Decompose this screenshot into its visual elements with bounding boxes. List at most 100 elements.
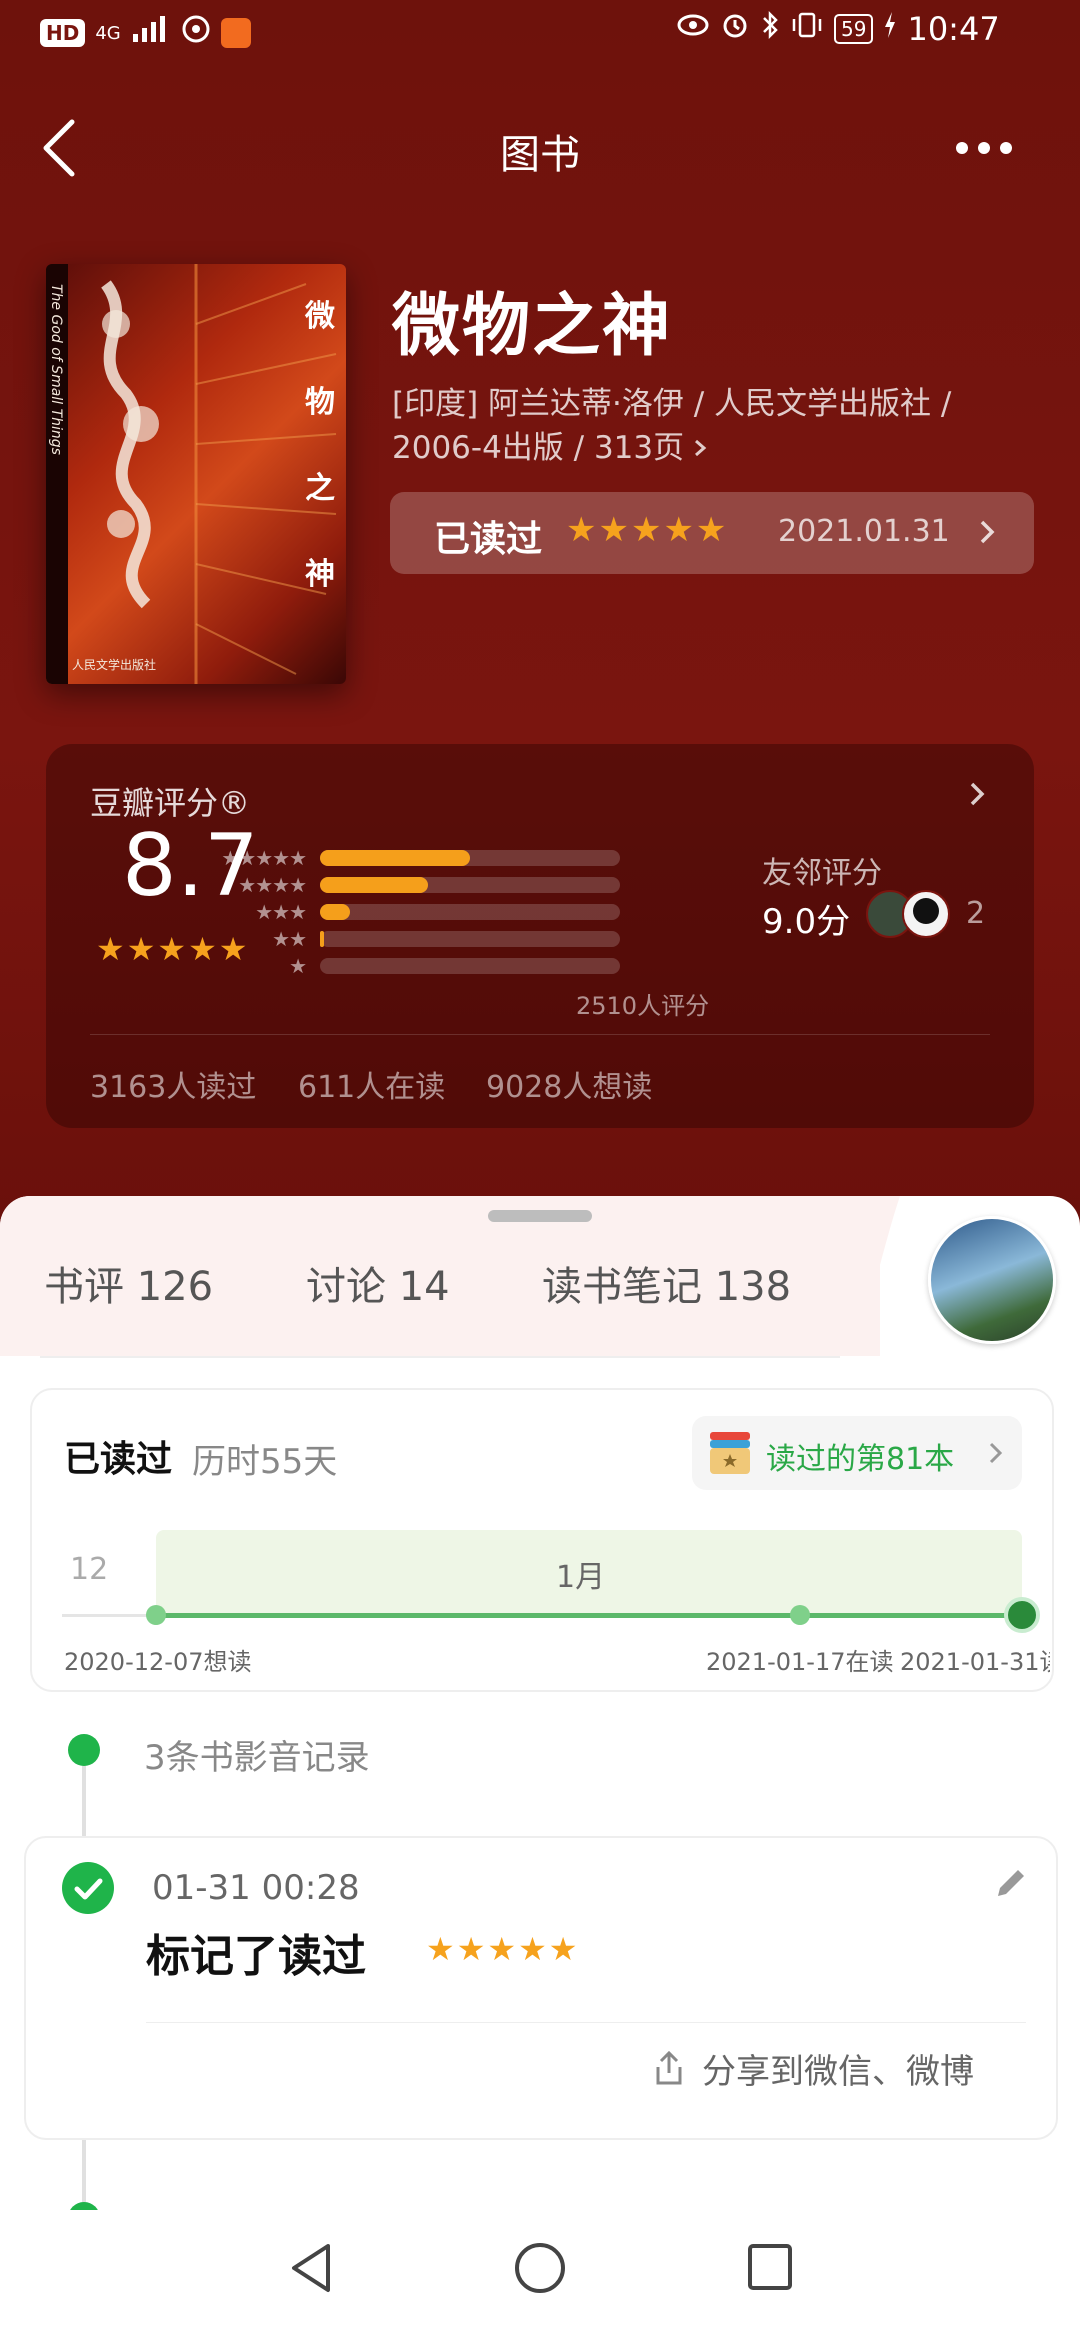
read-progress-card: 已读过 历时55天 读过的第81本 12 1月 2020-12-07想读 202…: [30, 1388, 1054, 1692]
edit-pencil-icon[interactable]: [988, 1862, 1032, 1906]
read-status-pill[interactable]: 已读过 ★★★★★ 2021.01.31: [390, 492, 1034, 574]
network-type: 4G: [95, 22, 121, 44]
timeline-progress-line: [156, 1613, 1022, 1618]
timeline-month-main: 1月: [556, 1560, 606, 1595]
progress-status: 已读过: [64, 1439, 173, 1480]
signal-icon: [131, 14, 171, 52]
chevron-right-icon: [980, 520, 995, 544]
book-meta-line2: 2006-4出版 / 313页: [392, 430, 685, 466]
records-timeline-dot: [68, 1734, 100, 1766]
rating-bar-track: [320, 876, 620, 893]
records-summary[interactable]: 3条书影音记录: [144, 1730, 370, 1779]
progress-duration: 历时55天: [192, 1442, 338, 1482]
app-icon-weibo: [181, 14, 211, 52]
friend-count: 2: [966, 896, 986, 931]
book-meta[interactable]: [印度] 阿兰达蒂·洛伊 / 人民文学出版社 / 2006-4出版 / 313页: [392, 382, 1032, 470]
rating-bar-track: [320, 849, 620, 866]
book-cover[interactable]: The God of Small Things 微 物 之 神 人民文学出版社: [46, 264, 346, 684]
cover-char: 神: [305, 557, 335, 592]
timeline-dot-current: [1004, 1597, 1040, 1633]
friend-rating-score: 9.0分: [762, 902, 851, 942]
bookshelf-icon: [710, 1432, 750, 1474]
share-icon: [656, 2050, 682, 2084]
tab-discussions[interactable]: 讨论 14: [306, 1254, 450, 1312]
douban-rating-card[interactable]: 豆瓣评分® 8.7 ★★★★★ ★★★★★ ★★★★ ★★★ ★★ ★ 2510人评分 …: [46, 744, 1034, 1128]
rating-row-stars: ★★: [272, 926, 307, 951]
friend-rating-label: 友邻评分: [762, 856, 882, 891]
read-status-date: 2021.01.31: [778, 514, 950, 549]
divider: [40, 1356, 840, 1358]
want-count: 9028人想读: [486, 1070, 653, 1105]
cover-leaf-pattern-icon: [100, 264, 337, 684]
read-count-badge-text: 读过的第81本: [766, 1442, 955, 1477]
battery-icon: 59: [834, 14, 874, 44]
chevron-right-icon: [970, 782, 985, 806]
timeline-month-left: 12: [70, 1552, 109, 1587]
cover-vertical-title: 微 物 之 神: [302, 274, 338, 618]
rating-distribution-row: ★★: [196, 925, 620, 952]
rating-bar-track: [320, 957, 620, 974]
status-bar-right: 59 10:47: [676, 10, 1000, 48]
friend-avatar[interactable]: [902, 890, 950, 938]
record-stars: ★★★★★: [426, 1930, 580, 1968]
more-dots-icon: [956, 142, 1012, 154]
rating-distribution-row: ★: [196, 952, 620, 979]
share-label: 分享到微信、微博: [702, 2052, 974, 2092]
rating-distribution-row: ★★★: [196, 898, 620, 925]
reading-count: 611人在读: [298, 1070, 446, 1105]
timeline-dot: [790, 1605, 810, 1625]
user-avatar[interactable]: [928, 1216, 1056, 1344]
drag-handle[interactable]: [488, 1210, 592, 1222]
chevron-right-icon: [989, 1442, 1003, 1464]
rating-bar-fill: [320, 903, 350, 920]
divider: [146, 2022, 1026, 2023]
bottom-sheet: 书评 126 讨论 14 读书笔记 138 已读过 历时55天 读过的第81本 …: [0, 1196, 1080, 2340]
rating-distribution-row: ★★★★★: [196, 844, 620, 871]
record-card: 01-31 00:28 标记了读过 ★★★★★ 分享到微信、微博: [24, 1836, 1058, 2140]
more-button[interactable]: [950, 130, 1020, 170]
cover-char: 之: [305, 471, 335, 506]
tab-curve-shape: [840, 1196, 900, 1356]
alarm-icon: [720, 10, 750, 48]
hd-badge: HD: [40, 19, 86, 47]
cover-publisher: 人民文学出版社: [72, 658, 157, 672]
cover-char: 物: [305, 385, 335, 420]
clock-time: 10:47: [907, 10, 1000, 48]
book-title: 微物之神: [392, 287, 673, 366]
tab-reviews[interactable]: 书评 126: [44, 1254, 213, 1312]
rating-row-stars: ★: [289, 953, 307, 978]
chevron-right-icon: [695, 439, 707, 457]
cover-char: 微: [305, 299, 335, 334]
rating-row-stars: ★★★★: [238, 872, 307, 897]
app-icon-orange: [220, 18, 251, 48]
tab-notes[interactable]: 读书笔记 138: [542, 1254, 791, 1312]
timeline-start-label: 2020-12-07想读: [64, 1648, 252, 1676]
timeline-dot: [146, 1605, 166, 1625]
read-count-badge[interactable]: 读过的第81本: [692, 1416, 1022, 1490]
my-rating-stars: ★★★★★: [566, 510, 729, 550]
nav-home-icon[interactable]: [512, 2240, 568, 2296]
read-status-label: 已读过: [434, 519, 543, 560]
page-title: 图书: [500, 132, 580, 178]
record-time: 01-31 00:28: [152, 1868, 360, 1908]
rating-bar-fill: [320, 930, 324, 947]
rating-count: 2510人评分: [576, 992, 710, 1020]
eye-icon: [676, 10, 710, 48]
rating-row-stars: ★★★: [255, 899, 307, 924]
status-bar-left: HD 4G: [40, 14, 251, 52]
nav-back-icon[interactable]: [286, 2238, 336, 2298]
share-button[interactable]: 分享到微信、微博: [652, 2044, 974, 2093]
system-nav-bar: [0, 2210, 1080, 2340]
rating-row-stars: ★★★★★: [221, 845, 307, 870]
nav-recents-icon[interactable]: [744, 2240, 796, 2296]
book-meta-line1: [印度] 阿兰达蒂·洛伊 / 人民文学出版社 /: [392, 386, 952, 422]
timeline-mid-label: 2021-01-17在读: [706, 1648, 894, 1676]
record-action: 标记了读过: [146, 1931, 366, 1982]
read-count: 3163人读过: [90, 1070, 257, 1105]
checkmark-icon: [62, 1862, 114, 1914]
rating-bar-track: [320, 903, 620, 920]
rating-bar-track: [320, 930, 620, 947]
vibrate-icon: [790, 10, 824, 48]
timeline-end-label: 2021-01-31读: [900, 1648, 1050, 1676]
rating-bar-fill: [320, 876, 428, 893]
